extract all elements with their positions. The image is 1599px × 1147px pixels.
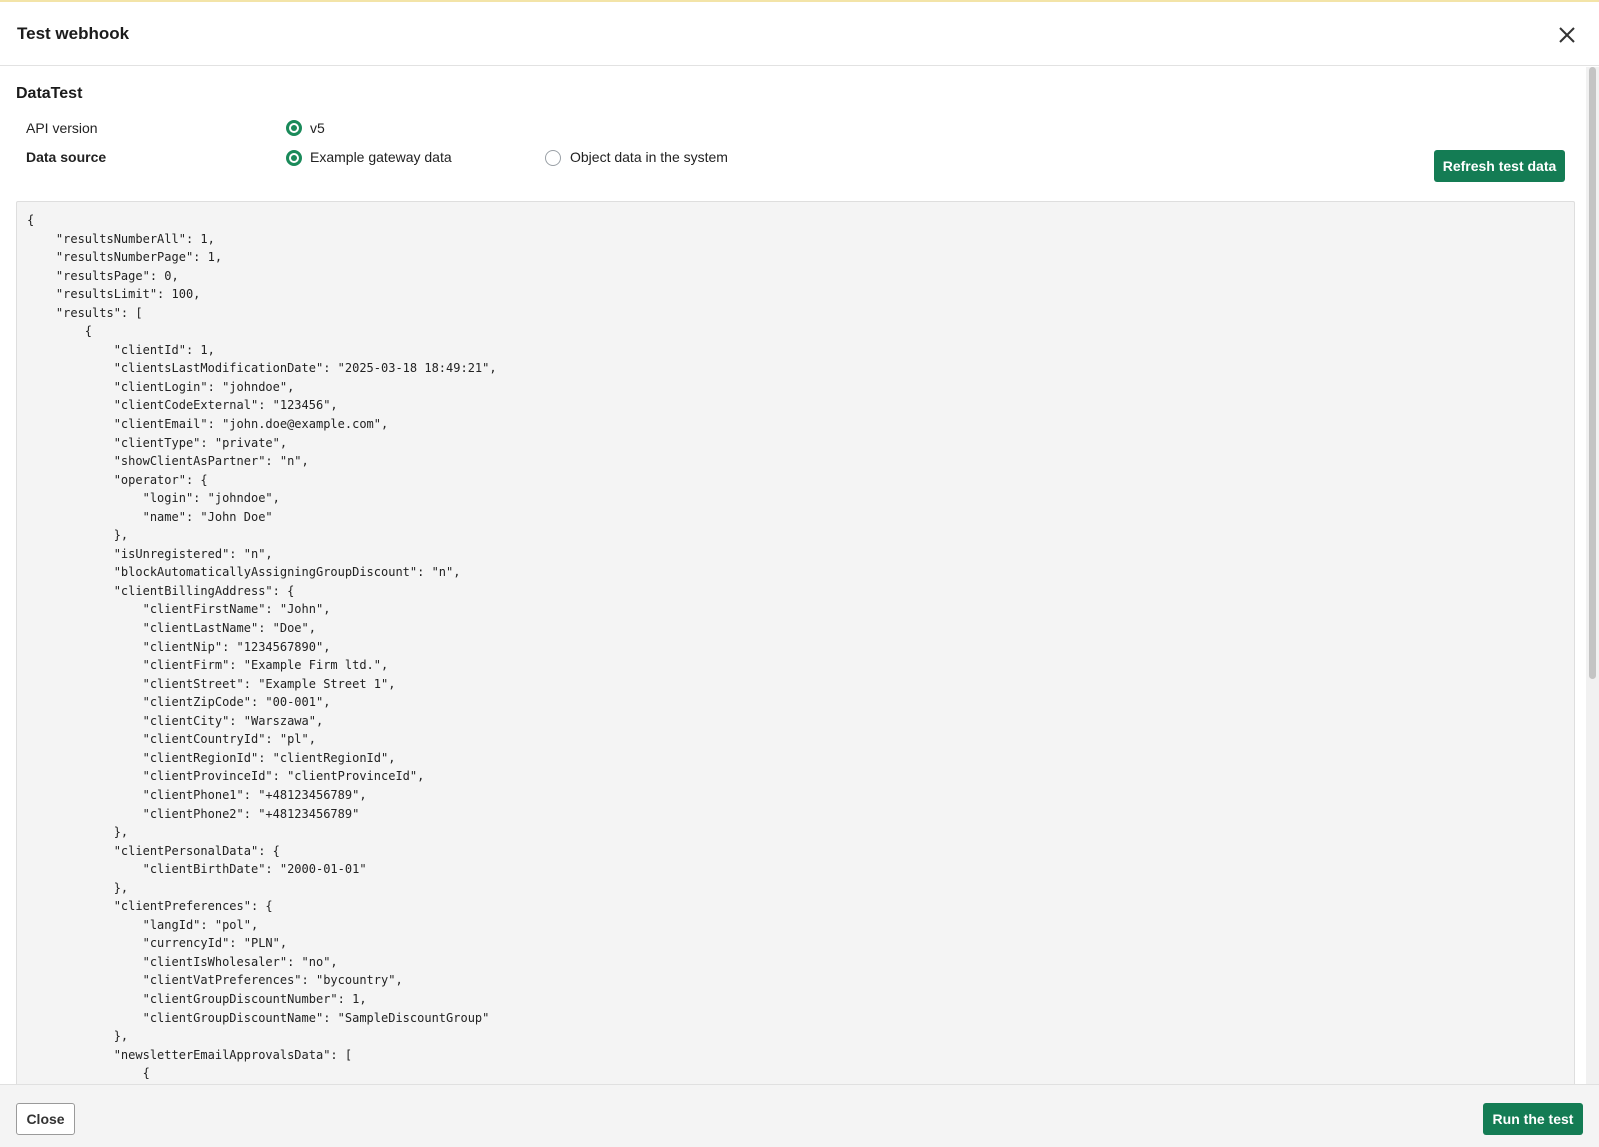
- run-test-button[interactable]: Run the test: [1483, 1103, 1583, 1135]
- radio-example-gateway-data-label[interactable]: Example gateway data: [310, 149, 452, 165]
- api-version-label: API version: [26, 120, 98, 136]
- radio-api-v5[interactable]: [286, 120, 302, 136]
- section-title: DataTest: [16, 85, 83, 102]
- modal-header: Test webhook: [0, 2, 1599, 66]
- radio-example-gateway-data[interactable]: [286, 150, 302, 166]
- refresh-test-data-button[interactable]: Refresh test data: [1434, 150, 1565, 182]
- scrollbar-thumb[interactable]: [1589, 67, 1596, 679]
- close-button[interactable]: Close: [16, 1103, 75, 1135]
- modal-body: DataTest API version v5 Data source Exam…: [0, 67, 1586, 1084]
- json-preview-box[interactable]: { "resultsNumberAll": 1, "resultsNumberP…: [16, 201, 1575, 1084]
- radio-api-v5-label[interactable]: v5: [310, 120, 325, 136]
- data-source-label: Data source: [26, 149, 107, 165]
- close-icon[interactable]: [1556, 24, 1578, 46]
- radio-object-data-in-system[interactable]: [545, 150, 561, 166]
- scrollbar[interactable]: [1586, 67, 1599, 1084]
- json-preview-text: { "resultsNumberAll": 1, "resultsNumberP…: [27, 213, 497, 1081]
- modal-footer: Close Run the test: [0, 1084, 1599, 1147]
- modal-title: Test webhook: [17, 24, 130, 43]
- radio-object-data-in-system-label[interactable]: Object data in the system: [570, 149, 728, 165]
